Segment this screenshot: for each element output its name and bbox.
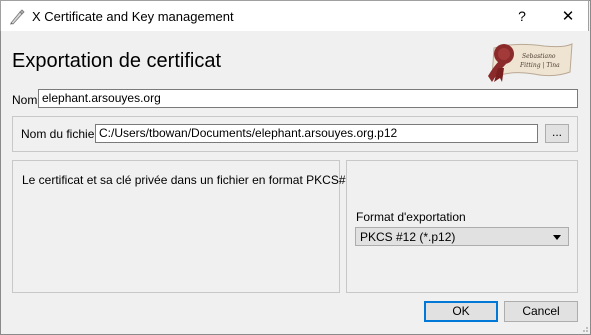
browse-button[interactable]: ... xyxy=(545,124,569,143)
svg-text:Fitting | Tina: Fitting | Tina xyxy=(519,62,560,69)
cancel-button[interactable]: Cancel xyxy=(504,301,578,322)
svg-text:Sebastiano: Sebastiano xyxy=(522,53,556,60)
format-label: Format d'exportation xyxy=(356,210,466,224)
file-input[interactable]: C:/Users/tbowan/Documents/elephant.arsou… xyxy=(95,124,538,143)
window-title: X Certificate and Key management xyxy=(32,9,234,24)
file-label: Nom du fichier xyxy=(21,127,99,141)
name-input[interactable]: elephant.arsouyes.org xyxy=(38,89,578,108)
format-selected-value: PKCS #12 (*.p12) xyxy=(360,230,456,244)
help-button[interactable]: ? xyxy=(499,1,545,32)
close-button[interactable]: ✕ xyxy=(545,1,591,32)
title-bar[interactable]: X Certificate and Key management ? ✕ xyxy=(0,0,589,31)
ok-button[interactable]: OK xyxy=(424,301,498,322)
certificate-pen-icon xyxy=(10,9,25,25)
scroll-seal-icon: Sebastiano Fitting | Tina xyxy=(488,43,573,82)
format-select[interactable]: PKCS #12 (*.p12) xyxy=(355,227,569,246)
description-text: Le certificat et sa clé privée dans un f… xyxy=(22,173,359,187)
page-title: Exportation de certificat xyxy=(12,50,221,72)
name-label: Nom xyxy=(12,93,38,107)
resize-grip-icon[interactable] xyxy=(579,323,589,333)
chevron-down-icon xyxy=(553,235,561,240)
